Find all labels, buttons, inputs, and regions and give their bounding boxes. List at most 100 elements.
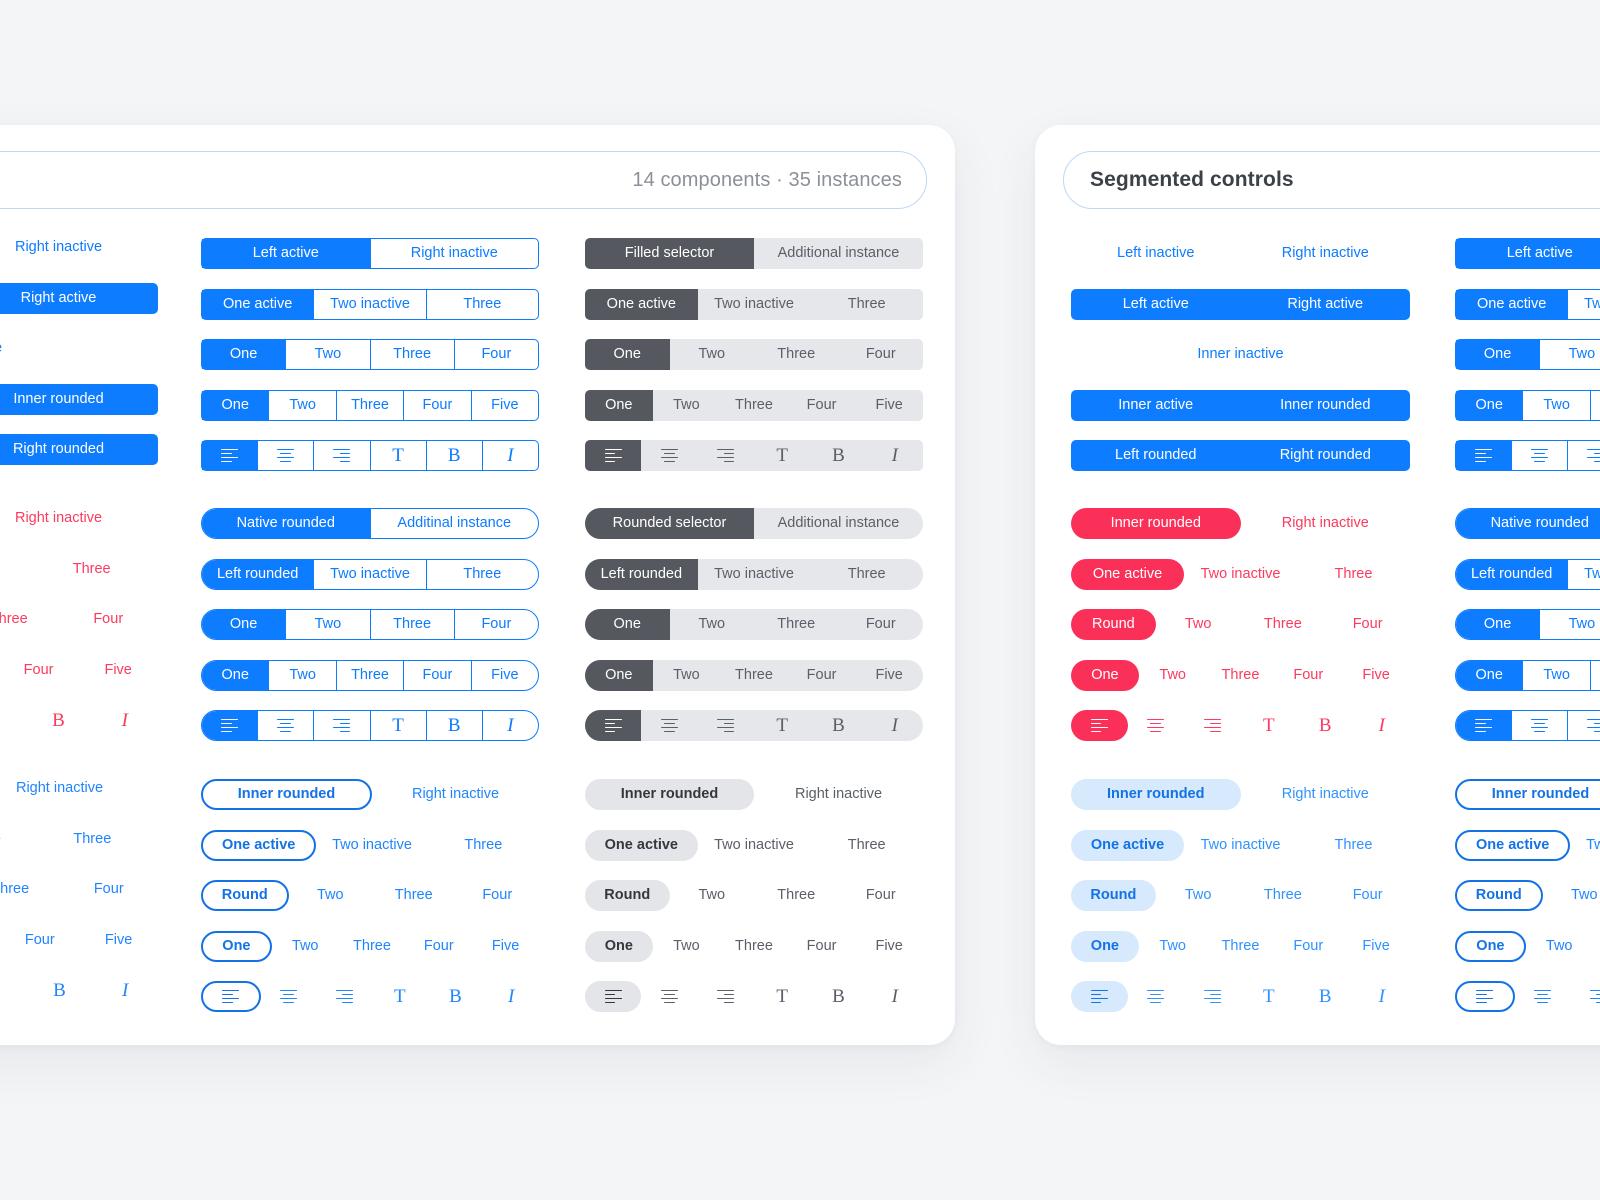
seg-rt-3-cell-1[interactable]: One active bbox=[1071, 830, 1184, 861]
seg-gr-3-cell-2[interactable]: Two inactive bbox=[698, 289, 811, 320]
seg-rp-2-cell-2[interactable]: Right inactive bbox=[1241, 508, 1411, 539]
seg-crp-5-cell-2[interactable]: Two bbox=[1526, 931, 1593, 962]
seg-gri-2-cell-2[interactable]: Right inactive bbox=[754, 779, 923, 810]
seg-cr-2[interactable]: Left activeRight inactive bbox=[1455, 238, 1600, 269]
seg-rp-5-cell-1[interactable]: One bbox=[1071, 660, 1139, 691]
seg-gr-icons-cell-2[interactable] bbox=[641, 440, 697, 471]
seg-cr-5-cell-1[interactable]: One bbox=[1456, 391, 1523, 420]
seg-crp-2-cell-1[interactable]: Inner rounded bbox=[1455, 779, 1600, 810]
seg-crp-5-cell-1[interactable]: One bbox=[1455, 931, 1526, 962]
seg-inner-rounded[interactable]: Inner activeInner rounded bbox=[0, 384, 158, 415]
seg-crp-4-cell-2[interactable]: Two bbox=[1543, 880, 1600, 911]
seg-olr-3-cell-2[interactable]: Two inactive bbox=[313, 560, 425, 589]
seg-rp-2[interactable]: Inner rounded Right inactive bbox=[1071, 508, 1410, 539]
seg-crr-2-cell-1[interactable]: Native rounded bbox=[1456, 509, 1600, 538]
seg-gr-5-cell-4[interactable]: Four bbox=[788, 390, 856, 421]
seg-gri-icons-cell-6[interactable]: I bbox=[867, 981, 923, 1012]
seg-rp-4[interactable]: Round Two Three Four bbox=[1071, 609, 1410, 640]
seg-ol-5[interactable]: One Two Three Four Five bbox=[201, 390, 539, 421]
seg-crr-4[interactable]: OneTwoThreeFour bbox=[1455, 609, 1600, 640]
seg-2-inactive[interactable]: Left inactiveRight inactive bbox=[0, 232, 158, 263]
seg-ol-4[interactable]: One Two Three Four bbox=[201, 339, 539, 370]
seg-ol-4-cell-4[interactable]: Four bbox=[453, 340, 538, 369]
seg-gr-2-cell-1[interactable]: Filled selector bbox=[585, 238, 754, 269]
seg-olp-icons-cell-1[interactable] bbox=[201, 981, 261, 1012]
seg-olp-4-cell-2[interactable]: Two bbox=[289, 880, 373, 911]
seg-rp-5-cell-5[interactable]: Five bbox=[1342, 660, 1410, 691]
seg-gri-5[interactable]: One Two Three Four Five bbox=[585, 931, 923, 962]
seg-ol-5-cell-3[interactable]: Three bbox=[335, 391, 403, 420]
seg-pink-4-cell-4[interactable]: Four bbox=[59, 604, 159, 635]
seg-gr-icons[interactable]: TBI bbox=[585, 440, 923, 471]
seg-gri-5-cell-2[interactable]: Two bbox=[653, 931, 721, 962]
seg-rt-3-cell-3[interactable]: Three bbox=[1297, 830, 1410, 861]
seg-grr-5-cell-3[interactable]: Three bbox=[720, 660, 788, 691]
seg-olp-3-cell-1[interactable]: One active bbox=[201, 830, 317, 861]
seg-rp-icons-cell-3[interactable] bbox=[1184, 710, 1241, 741]
seg-gr-3[interactable]: One active Two inactive Three bbox=[585, 289, 923, 320]
seg-grr-3-cell-3[interactable]: Three bbox=[810, 559, 923, 590]
seg-gri-icons[interactable]: TBI bbox=[585, 981, 923, 1012]
seg-ol-icons-cell-1[interactable] bbox=[202, 441, 258, 470]
seg-olr-4-cell-4[interactable]: Four bbox=[453, 610, 538, 639]
seg-gr-5-cell-2[interactable]: Two bbox=[653, 390, 721, 421]
seg-olr-icons-cell-3[interactable] bbox=[313, 711, 369, 740]
seg-grr-3-cell-1[interactable]: Left rounded bbox=[585, 559, 698, 590]
seg-olr-4[interactable]: One Two Three Four bbox=[201, 609, 539, 640]
seg-gr-icons-cell-4[interactable]: T bbox=[754, 440, 810, 471]
seg-pill-icons-cell-4[interactable]: T bbox=[0, 975, 27, 1006]
seg-rp-4-cell-3[interactable]: Three bbox=[1241, 609, 1326, 640]
seg-crp-2[interactable]: Inner roundedRight inactive bbox=[1455, 779, 1600, 810]
seg-gr-4-cell-3[interactable]: Three bbox=[754, 339, 839, 370]
seg-ol-5-cell-4[interactable]: Four bbox=[403, 391, 470, 420]
seg-rt-icons-cell-1[interactable] bbox=[1071, 981, 1128, 1012]
seg-olp-5-cell-3[interactable]: Three bbox=[339, 931, 406, 962]
seg-gr-icons-cell-3[interactable] bbox=[698, 440, 754, 471]
seg-ol-3-cell-3[interactable]: Three bbox=[425, 290, 538, 319]
seg-gr-4-cell-2[interactable]: Two bbox=[670, 339, 755, 370]
seg-pink-icons[interactable]: TBI bbox=[0, 705, 158, 736]
seg-crr-5-cell-3[interactable]: Three bbox=[1589, 661, 1600, 690]
seg-crr-5-cell-2[interactable]: Two bbox=[1522, 661, 1589, 690]
seg-grr-icons-cell-5[interactable]: B bbox=[810, 710, 866, 741]
seg-gri-4-cell-2[interactable]: Two bbox=[670, 880, 755, 911]
seg-pink-2-cell-2[interactable]: Right inactive bbox=[0, 503, 158, 534]
seg-rp-4-cell-2[interactable]: Two bbox=[1156, 609, 1241, 640]
seg-olr-5-cell-1[interactable]: One bbox=[202, 661, 269, 690]
seg-ol-icons-cell-6[interactable]: I bbox=[481, 441, 538, 470]
seg-rt-5[interactable]: One Two Three Four Five bbox=[1071, 931, 1410, 962]
seg-ol-2-cell-2[interactable]: Right inactive bbox=[369, 239, 539, 268]
seg-rt-2-cell-1[interactable]: Inner rounded bbox=[1071, 779, 1241, 810]
seg-rp-icons-cell-2[interactable] bbox=[1128, 710, 1185, 741]
seg-pink-3[interactable]: One activeTwo inactiveThree bbox=[0, 554, 158, 585]
seg-ol-2-cell-1[interactable]: Left active bbox=[202, 239, 370, 268]
seg-ol-2[interactable]: Left active Right inactive bbox=[201, 238, 539, 269]
seg-olp-icons-cell-6[interactable]: I bbox=[483, 981, 539, 1012]
seg-gr-5[interactable]: One Two Three Four Five bbox=[585, 390, 923, 421]
seg-gr-4[interactable]: One Two Three Four bbox=[585, 339, 923, 370]
seg-cr-3-cell-2[interactable]: Two inactive bbox=[1567, 290, 1600, 319]
seg-cr-icons-cell-2[interactable] bbox=[1511, 441, 1567, 470]
seg-rp-3-cell-2[interactable]: Two inactive bbox=[1184, 559, 1297, 590]
seg-grr-5-cell-5[interactable]: Five bbox=[855, 660, 923, 691]
seg-cr-5-cell-3[interactable]: Three bbox=[1589, 391, 1600, 420]
seg-ol-icons[interactable]: TBI bbox=[201, 440, 539, 471]
seg-grr-4[interactable]: One Two Three Four bbox=[585, 609, 923, 640]
seg-grr-icons-cell-3[interactable] bbox=[698, 710, 754, 741]
seg-olr-3[interactable]: Left rounded Two inactive Three bbox=[201, 559, 539, 590]
seg-rb-lr-rounded[interactable]: Left rounded Right rounded bbox=[1071, 440, 1410, 471]
seg-olp-5-cell-1[interactable]: One bbox=[201, 931, 272, 962]
seg-gr-2-cell-2[interactable]: Additional instance bbox=[754, 238, 923, 269]
seg-gri-4-cell-1[interactable]: Round bbox=[585, 880, 670, 911]
seg-pink-5-cell-5[interactable]: Five bbox=[78, 655, 158, 686]
seg-pink-5-cell-4[interactable]: Four bbox=[0, 655, 78, 686]
seg-grr-icons[interactable]: TBI bbox=[585, 710, 923, 741]
seg-ol-icons-cell-4[interactable]: T bbox=[369, 441, 426, 470]
seg-olr-3-cell-1[interactable]: Left rounded bbox=[202, 560, 314, 589]
seg-gri-5-cell-3[interactable]: Three bbox=[720, 931, 788, 962]
seg-rb-2-inactive[interactable]: Left inactive Right inactive bbox=[1071, 238, 1410, 269]
seg-pink-3-cell-3[interactable]: Three bbox=[25, 554, 158, 585]
seg-rt-4-cell-3[interactable]: Three bbox=[1241, 880, 1326, 911]
seg-crr-5-cell-1[interactable]: One bbox=[1456, 661, 1523, 690]
seg-rt-icons-cell-5[interactable]: B bbox=[1297, 981, 1354, 1012]
